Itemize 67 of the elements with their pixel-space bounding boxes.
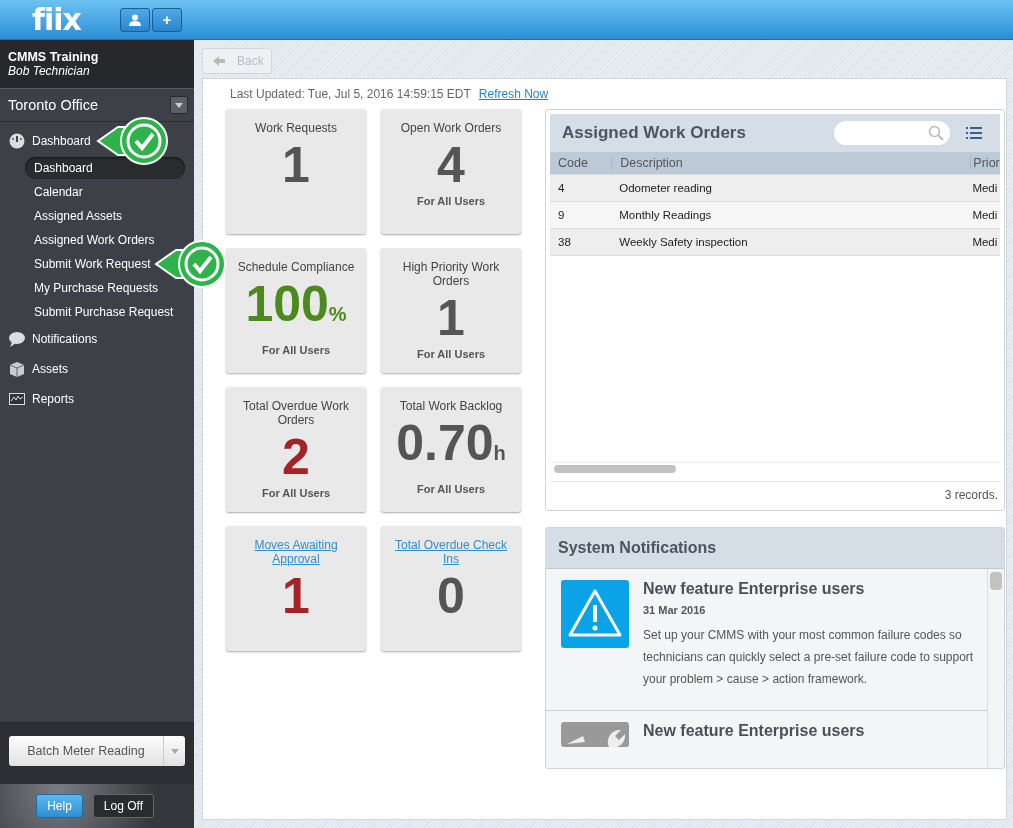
nav-item[interactable]: Notifications	[0, 331, 98, 347]
user-icon	[129, 13, 141, 26]
nav-subitem[interactable]: Assigned Assets	[25, 205, 132, 227]
log-off-button[interactable]: Log Off	[92, 794, 154, 818]
notification-title: New feature Enterprise users	[643, 722, 865, 740]
tile-footer: For All Users	[261, 344, 331, 356]
column-header[interactable]: Code	[550, 156, 612, 170]
left-arrow-icon	[213, 56, 225, 66]
tile-footer: For All Users	[416, 348, 486, 360]
site-name: CMMS Training	[8, 50, 100, 64]
stat-value: 1	[437, 289, 465, 348]
tile-footer: For All Users	[416, 195, 486, 207]
tile-title: Total Overdue Work Orders	[242, 399, 350, 427]
notification-date: 31 Mar 2016	[643, 604, 707, 616]
caret-icon	[175, 102, 183, 108]
box-icon	[9, 361, 25, 377]
chart-icon	[9, 391, 25, 407]
table-row[interactable]: 38 Weekly Safety inspection Medi	[550, 229, 1000, 256]
tile-footer: For All Users	[416, 483, 486, 495]
column-header[interactable]: Description	[611, 156, 971, 170]
stat-value: 1	[282, 136, 310, 195]
tile-title: Schedule Compliance	[236, 260, 356, 274]
user-button[interactable]	[120, 7, 150, 32]
tile-title: Open Work Orders	[399, 121, 503, 135]
gauge-icon	[9, 133, 25, 149]
nav-subitem[interactable]: Submit Work Request	[25, 253, 160, 275]
nav-subitem[interactable]: Dashboard	[25, 157, 185, 179]
search-field[interactable]	[834, 121, 950, 145]
caret-icon	[170, 748, 179, 754]
stat-value: 0	[437, 567, 465, 626]
nav-subitem[interactable]: Calendar	[25, 181, 92, 203]
tile-title: Total Work Backlog	[398, 399, 504, 413]
logo: fiix	[32, 2, 82, 37]
warning-icon	[561, 580, 629, 648]
location-dropdown[interactable]	[170, 96, 188, 114]
stat-value: 0.70h	[396, 414, 506, 473]
tools-icon	[561, 722, 629, 747]
speech-bubble-icon	[9, 331, 25, 347]
tile-footer: For All Users	[261, 487, 331, 499]
panel-title: Assigned Work Orders	[562, 123, 747, 143]
record-count: 3 records.	[550, 481, 1000, 506]
notification-title: New feature Enterprise users	[643, 580, 866, 598]
list-icon	[966, 127, 982, 139]
location-name: Toronto Office	[8, 97, 98, 113]
stat-value: 4	[437, 136, 465, 195]
nav-subitem[interactable]: Submit Purchase Request	[25, 301, 183, 323]
stat-value: 100%	[245, 275, 347, 334]
scrollbar-thumb[interactable]	[554, 465, 676, 473]
search-icon	[928, 125, 944, 141]
panel-title: System Notifications	[546, 528, 1004, 569]
column-header[interactable]: Prior	[970, 156, 1000, 170]
stat-value: 2	[282, 428, 310, 487]
nav-item[interactable]: Assets	[0, 361, 68, 377]
nav-subitem[interactable]: Assigned Work Orders	[25, 229, 164, 251]
user-name: Bob Technician	[8, 64, 91, 78]
scrollbar-thumb[interactable]	[990, 572, 1002, 590]
refresh-link[interactable]: Refresh Now	[478, 87, 549, 101]
nav-subitem[interactable]: My Purchase Requests	[25, 277, 168, 299]
table-row[interactable]: 9 Monthly Readings Medi	[550, 202, 1000, 229]
tile-title: Work Requests	[254, 121, 338, 135]
tile-title: High Priority Work Orders	[401, 260, 501, 288]
nav-item[interactable]: Dashboard	[0, 133, 91, 149]
notification-body: Set up your CMMS with your most common failure codes so technicians can quickly select a pre-set failure code to support your problem > cause > action framework.	[643, 627, 975, 688]
last-updated-text: Last Updated: Tue, Jul 5, 2016 14:59:15 EDT	[230, 87, 471, 101]
table-row[interactable]: 4 Odometer reading Medi	[550, 175, 1000, 202]
stat-value: 1	[282, 567, 310, 626]
nav-item[interactable]: Reports	[0, 391, 75, 407]
